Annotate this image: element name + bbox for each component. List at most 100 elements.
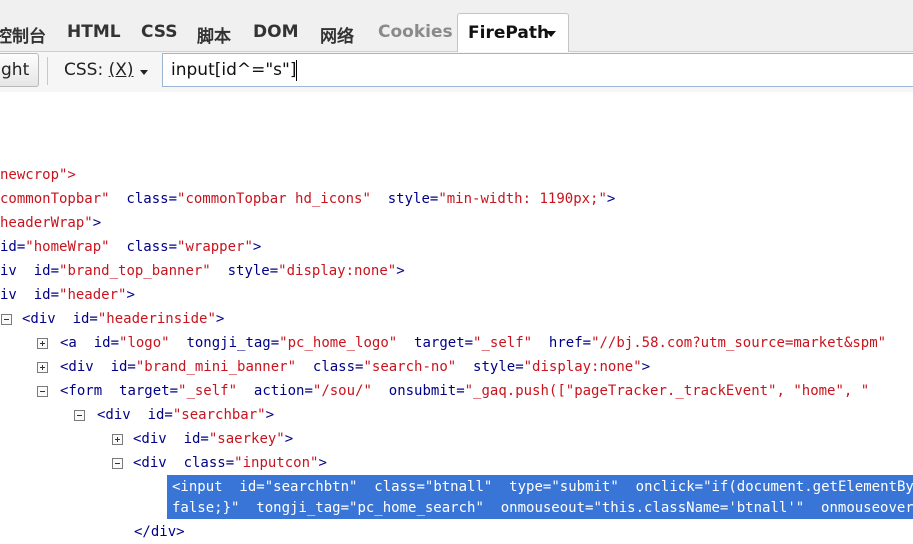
tree-node[interactable]: <div class="inputcon"> — [133, 454, 327, 472]
tree-node-text: class= — [109, 239, 178, 255]
tree-node-text: "commonTopbar hd_icons" — [177, 191, 371, 207]
tree-node[interactable]: <a id="logo" tongji_tag="pc_home_logo" t… — [60, 334, 886, 352]
tab-dom[interactable]: DOM — [253, 22, 298, 42]
collapse-icon[interactable] — [112, 458, 123, 469]
tab-firepath-label: FirePath — [468, 23, 550, 43]
tab-network[interactable]: 网络 — [320, 22, 354, 47]
tree-node-text: onclick= — [618, 479, 704, 495]
tree-node-text: newcrop"> — [0, 167, 76, 183]
tab-html[interactable]: HTML — [67, 22, 121, 42]
highlight-button[interactable]: ght — [0, 53, 39, 87]
tree-node-text: <div — [133, 431, 167, 447]
tree-node-text: "brand_mini_banner" — [135, 359, 297, 375]
tree-node-text: id= — [76, 335, 120, 351]
tree-node-text: <form — [60, 383, 103, 399]
tree-node-text: "_self" — [178, 383, 238, 399]
tab-css[interactable]: CSS — [141, 22, 178, 42]
tree-node[interactable]: commonTopbar" class="commonTopbar hd_ico… — [0, 190, 615, 208]
selector-type-dropdown[interactable]: CSS: (X) — [64, 60, 134, 80]
tree-node[interactable]: headerWrap"> — [0, 214, 101, 232]
tree-node-text: > — [126, 287, 135, 303]
tree-node-text: "this.className='btnall'" — [593, 500, 805, 516]
tab-cookies[interactable]: Cookies — [378, 22, 453, 42]
tree-node-text: </div> — [134, 524, 185, 540]
selected-tree-node[interactable]: <input id="searchbtn" class="btnall" typ… — [172, 478, 913, 496]
tree-node-text: > — [265, 407, 275, 423]
tree-node-text: <input — [172, 479, 223, 495]
tree-node-text: "/sou/" — [312, 383, 372, 399]
tree-node-text: "wrapper" — [177, 239, 253, 255]
tree-node-text: id= — [16, 263, 60, 279]
tree-node[interactable]: <form target="_self" action="/sou/" onsu… — [60, 382, 869, 400]
expand-icon[interactable] — [112, 434, 123, 445]
tree-node-text: "headerinside" — [97, 311, 216, 327]
tree-node-text: id= — [166, 431, 209, 447]
tree-node-text: "header" — [59, 287, 127, 303]
tree-node-text: href= — [532, 335, 592, 351]
tree-node-text: onsubmit= — [371, 383, 465, 399]
tree-node-text: "pc_home_logo" — [279, 335, 398, 351]
tree-node[interactable]: <div id="brand_mini_banner" class="searc… — [60, 358, 650, 376]
text-cursor — [296, 60, 297, 81]
tree-node-text: <a — [60, 335, 77, 351]
expand-icon[interactable] — [37, 338, 48, 349]
tree-node-text: "if(document.getElementById" — [703, 479, 913, 495]
expand-icon[interactable] — [37, 362, 48, 373]
tree-node[interactable]: <div id="saerkey"> — [133, 430, 293, 448]
tree-node-text: "display:none" — [278, 263, 397, 279]
tree-node-text: tongji_tag= — [239, 500, 350, 516]
tree-node-text: "inputcon" — [234, 455, 319, 471]
tree-node-text: onmouseover — [804, 500, 913, 516]
tree-node-text: > — [215, 311, 225, 327]
tree-node-text: onmouseout= — [483, 500, 594, 516]
tree-node-text: commonTopbar" — [0, 191, 110, 207]
tree-node-text: "saerkey" — [208, 431, 285, 447]
tree-node[interactable]: <div id="headerinside"> — [22, 310, 224, 328]
collapse-icon[interactable] — [74, 410, 85, 421]
tree-node-text: <div — [97, 407, 131, 423]
tab-script[interactable]: 脚本 — [197, 22, 231, 47]
tree-node-text: > — [252, 239, 262, 255]
tree-node[interactable]: id="homeWrap" class="wrapper"> — [0, 238, 261, 256]
tree-node[interactable]: iv id="brand_top_banner" style="display:… — [0, 262, 405, 280]
tree-node-text: "homeWrap" — [25, 239, 110, 255]
tree-node-text: "logo" — [119, 335, 170, 351]
collapse-icon[interactable] — [1, 314, 12, 325]
tab-firepath[interactable]: FirePath — [457, 13, 569, 52]
tree-node[interactable]: newcrop"> — [0, 166, 76, 184]
tree-node-text: style= — [210, 263, 279, 279]
chevron-down-icon[interactable] — [546, 31, 556, 37]
tree-node-text: class= — [296, 359, 364, 375]
selector-type-key: (X) — [108, 60, 134, 80]
tree-node-text: "searchbtn" — [264, 479, 358, 495]
tree-node-text: "//bj.58.com?utm_source=market&spm" — [591, 335, 887, 351]
tree-node-text: > — [318, 455, 327, 471]
tree-node-text: "pc_home_search" — [349, 500, 484, 516]
tree-node[interactable]: </div> — [134, 523, 185, 541]
selector-input[interactable] — [162, 53, 913, 87]
tree-node-text: class= — [109, 191, 178, 207]
tree-node-text: <div — [60, 359, 94, 375]
tree-node[interactable]: <div id="searchbar"> — [97, 406, 274, 424]
tree-node-text: "display:none" — [523, 359, 642, 375]
tree-node-text: class= — [357, 479, 425, 495]
tree-node-text: id= — [93, 359, 136, 375]
tree-node-text: "btnall" — [424, 479, 493, 495]
tree-node-text: target= — [102, 383, 179, 399]
tree-node-text: id= — [16, 287, 60, 303]
selected-tree-node[interactable]: false;}" tongji_tag="pc_home_search" onm… — [172, 499, 913, 517]
tree-node-text: > — [606, 191, 616, 207]
toolbar-separator — [47, 57, 48, 85]
tree-node-text: iv — [0, 287, 17, 303]
tree-node-text: id= — [222, 479, 265, 495]
tree-node[interactable]: iv id="header"> — [0, 286, 135, 304]
tree-node-text: "submit" — [551, 479, 619, 495]
collapse-icon[interactable] — [37, 386, 48, 397]
tree-node-text: id= — [55, 311, 98, 327]
tab-console[interactable]: 控制台 — [0, 22, 46, 47]
tree-node-text: "brand_top_banner" — [59, 263, 211, 279]
tree-node-text: type= — [492, 479, 552, 495]
dom-tree-panel: newcrop"> commonTopbar" class="commonTopb… — [0, 92, 913, 544]
chevron-down-icon[interactable] — [140, 70, 148, 75]
tree-node-text: > — [396, 263, 405, 279]
